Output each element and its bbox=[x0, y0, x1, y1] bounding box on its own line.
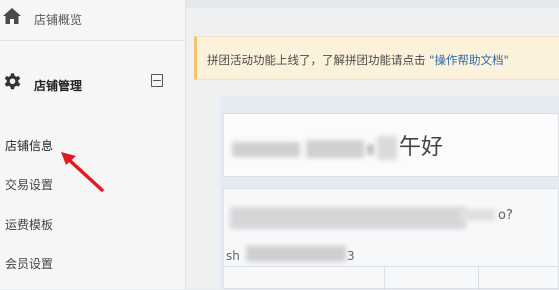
sidebar-item-member-settings[interactable]: 会员设置 bbox=[5, 255, 53, 272]
greeting-text: 午好 bbox=[399, 135, 444, 160]
account-id-prefix: sh bbox=[226, 249, 240, 263]
blurred-text bbox=[230, 207, 466, 229]
blurred-text bbox=[232, 142, 300, 157]
blurred-text bbox=[377, 136, 397, 160]
account-id-tail: 3 bbox=[347, 249, 355, 263]
top-strip bbox=[186, 0, 559, 8]
annotation-arrow-icon bbox=[61, 152, 104, 192]
greeting-card: 午好 bbox=[223, 113, 559, 177]
blurred-text bbox=[459, 209, 495, 221]
divider bbox=[384, 266, 385, 290]
notice-text: 拼团活动功能上线了，了解拼团功能请点击 "操作帮助文档" bbox=[207, 52, 509, 68]
question-text: o? bbox=[498, 208, 513, 223]
sidebar-item-store-info[interactable]: 店铺信息 bbox=[5, 137, 53, 154]
notice-message: 拼团活动功能上线了，了解拼团功能请点击 bbox=[207, 53, 430, 67]
divider bbox=[478, 266, 479, 290]
gear-icon bbox=[4, 73, 21, 90]
blurred-text bbox=[367, 144, 374, 155]
account-card: o? sh 3 bbox=[223, 188, 559, 290]
notice-banner: 拼团活动功能上线了，了解拼团功能请点击 "操作帮助文档" bbox=[194, 36, 559, 80]
sidebar: 店铺概览 店铺管理 店铺信息 交易设置 运费模板 会员设置 bbox=[0, 0, 186, 289]
blurred-text bbox=[246, 246, 346, 262]
store-info-panel: 午好 o? sh 3 bbox=[220, 96, 559, 290]
sidebar-item-trade-settings[interactable]: 交易设置 bbox=[5, 176, 53, 193]
main-content: 拼团活动功能上线了，了解拼团功能请点击 "操作帮助文档" 午好 o? sh 3 bbox=[186, 0, 559, 290]
sidebar-item-shipping-template[interactable]: 运费模板 bbox=[5, 216, 53, 233]
blurred-text bbox=[306, 140, 364, 158]
collapse-icon[interactable] bbox=[151, 74, 163, 87]
divider bbox=[224, 266, 559, 267]
home-icon bbox=[3, 8, 21, 24]
help-doc-link[interactable]: "操作帮助文档" bbox=[429, 53, 509, 67]
sidebar-home-label: 店铺概览 bbox=[34, 13, 83, 27]
sidebar-home-item[interactable]: 店铺概览 bbox=[0, 0, 185, 41]
sidebar-group-label: 店铺管理 bbox=[34, 79, 83, 93]
